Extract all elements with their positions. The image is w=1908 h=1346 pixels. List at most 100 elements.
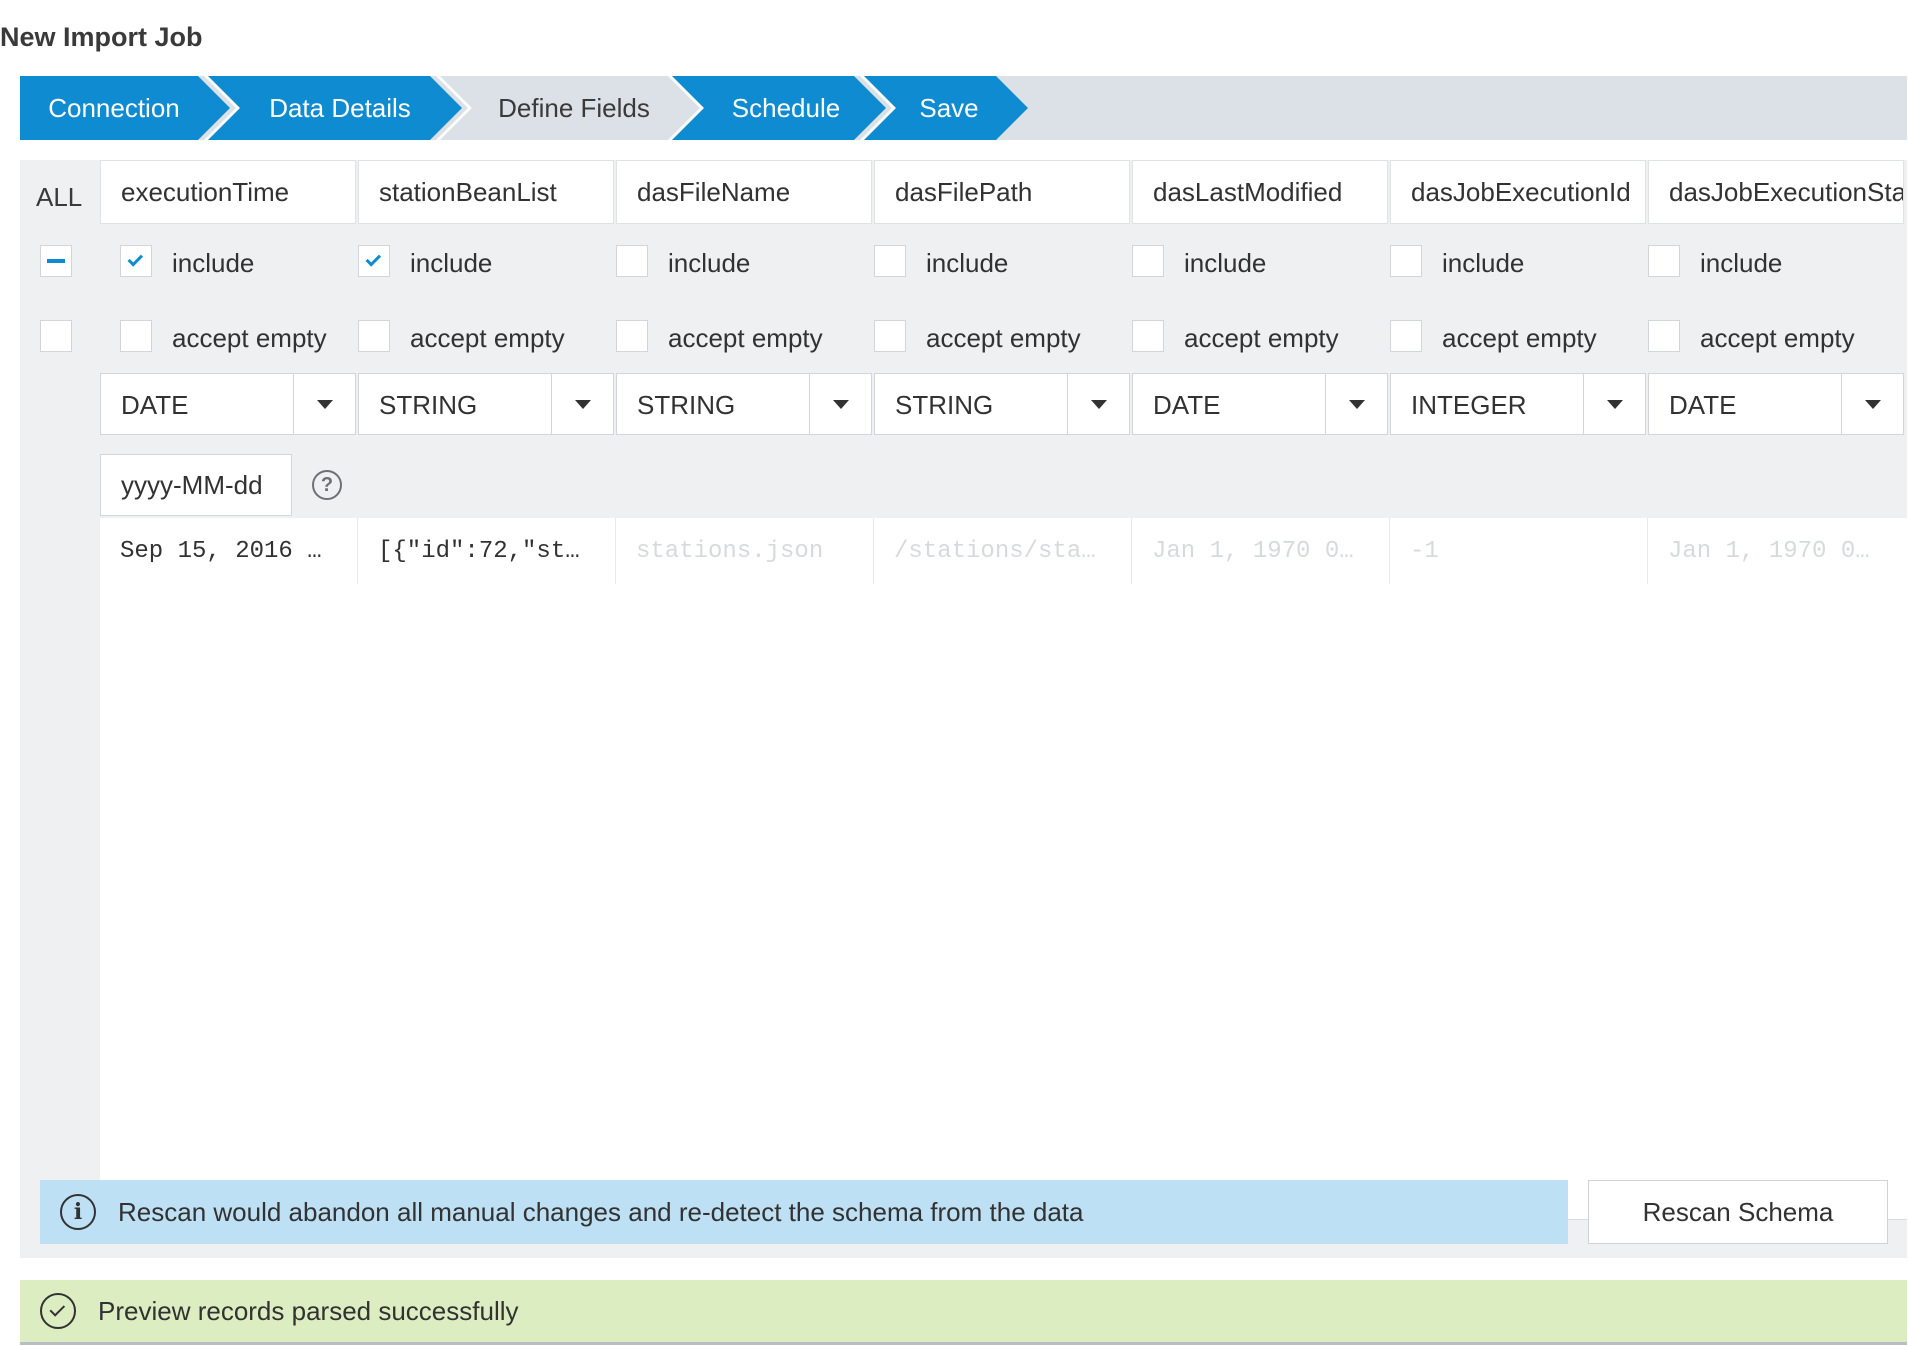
- type-select[interactable]: STRING: [616, 373, 872, 435]
- accept-empty-checkbox[interactable]: [1648, 320, 1680, 352]
- accept-empty-label: accept empty: [926, 323, 1081, 353]
- caret-down-icon: [832, 399, 849, 409]
- dropdown-toggle[interactable]: [809, 374, 871, 434]
- step-save[interactable]: Save: [864, 76, 1028, 140]
- field-name-header: dasJobExecutionStart: [1648, 160, 1904, 224]
- dropdown-toggle[interactable]: [1067, 374, 1129, 434]
- preview-cell: Sep 15, 2016 …: [100, 518, 358, 584]
- step-label: Connection: [48, 92, 180, 123]
- field-column: dasJobExecutionId include accept empty I…: [1390, 160, 1646, 580]
- dropdown-toggle[interactable]: [551, 374, 613, 434]
- preview-cell: -1: [1390, 518, 1648, 584]
- include-checkbox[interactable]: [1390, 245, 1422, 277]
- include-checkbox[interactable]: [120, 245, 152, 277]
- accept-empty-label: accept empty: [1184, 323, 1339, 353]
- all-accept-empty-checkbox[interactable]: [40, 320, 72, 352]
- dropdown-toggle[interactable]: [1325, 374, 1387, 434]
- preview-cell: Jan 1, 1970 0…: [1132, 518, 1390, 584]
- info-icon: i: [60, 1194, 96, 1230]
- include-label: include: [172, 248, 255, 278]
- rescan-schema-button[interactable]: Rescan Schema: [1588, 1180, 1888, 1244]
- step-label: Schedule: [731, 92, 841, 123]
- include-label: include: [1184, 248, 1267, 278]
- step-data-details[interactable]: Data Details: [208, 76, 462, 140]
- type-select-value: DATE: [121, 390, 189, 420]
- dropdown-toggle[interactable]: [1841, 374, 1903, 434]
- preview-cell: Jan 1, 1970 0…: [1648, 518, 1907, 584]
- include-checkbox[interactable]: [616, 245, 648, 277]
- accept-empty-label: accept empty: [668, 323, 823, 353]
- field-column: executionTime include accept empty DATE: [100, 160, 356, 580]
- field-name-header: dasFilePath: [874, 160, 1130, 224]
- include-label: include: [1700, 248, 1783, 278]
- field-column: dasLastModified include accept empty DAT…: [1132, 160, 1388, 580]
- step-label: Save: [919, 92, 979, 123]
- step-label: Define Fields: [498, 92, 650, 123]
- accept-empty-checkbox[interactable]: [1132, 320, 1164, 352]
- date-format-input[interactable]: [100, 454, 292, 516]
- type-select-value: DATE: [1153, 390, 1221, 420]
- step-connection[interactable]: Connection: [20, 76, 230, 140]
- info-message: Rescan would abandon all manual changes …: [118, 1196, 1084, 1227]
- accept-empty-label: accept empty: [172, 323, 327, 353]
- accept-empty-label: accept empty: [410, 323, 565, 353]
- accept-empty-checkbox[interactable]: [1390, 320, 1422, 352]
- all-include-checkbox[interactable]: [40, 245, 72, 277]
- field-column: dasFilePath include accept empty STRING: [874, 160, 1130, 580]
- type-select[interactable]: INTEGER: [1390, 373, 1646, 435]
- include-label: include: [926, 248, 1009, 278]
- type-select-value: STRING: [379, 390, 478, 420]
- type-select-value: STRING: [637, 390, 736, 420]
- step-schedule[interactable]: Schedule: [672, 76, 886, 140]
- type-select[interactable]: DATE: [1648, 373, 1904, 435]
- accept-empty-checkbox[interactable]: [358, 320, 390, 352]
- help-icon[interactable]: ?: [312, 470, 342, 500]
- type-select[interactable]: DATE: [1132, 373, 1388, 435]
- success-status-bar: Preview records parsed successfully: [20, 1280, 1907, 1342]
- rescan-info-banner: i Rescan would abandon all manual change…: [40, 1180, 1568, 1244]
- caret-down-icon: [316, 399, 333, 409]
- bottom-divider: [20, 1342, 1907, 1345]
- field-column: dasJobExecutionStart include accept empt…: [1648, 160, 1904, 580]
- field-column: dasFileName include accept empty STRING: [616, 160, 872, 580]
- include-label: include: [668, 248, 751, 278]
- all-label: ALL: [36, 182, 83, 212]
- preview-grid: Sep 15, 2016 … [{"id":72,"st… stations.j…: [100, 518, 1907, 1220]
- dropdown-toggle[interactable]: [293, 374, 355, 434]
- success-message: Preview records parsed successfully: [98, 1295, 519, 1326]
- field-name-header: executionTime: [100, 160, 356, 224]
- include-checkbox[interactable]: [358, 245, 390, 277]
- include-checkbox[interactable]: [1648, 245, 1680, 277]
- preview-cell: [{"id":72,"st…: [358, 518, 616, 584]
- caret-down-icon: [1090, 399, 1107, 409]
- type-select[interactable]: STRING: [358, 373, 614, 435]
- type-select-value: DATE: [1669, 390, 1737, 420]
- type-select[interactable]: STRING: [874, 373, 1130, 435]
- include-label: include: [1442, 248, 1525, 278]
- include-checkbox[interactable]: [1132, 245, 1164, 277]
- caret-down-icon: [1606, 399, 1623, 409]
- accept-empty-checkbox[interactable]: [874, 320, 906, 352]
- accept-empty-checkbox[interactable]: [616, 320, 648, 352]
- type-select-value: STRING: [895, 390, 994, 420]
- caret-down-icon: [1348, 399, 1365, 409]
- accept-empty-label: accept empty: [1700, 323, 1855, 353]
- accept-empty-checkbox[interactable]: [120, 320, 152, 352]
- wizard-steps: Connection Data Details Define Fields Sc…: [20, 76, 1907, 140]
- dropdown-toggle[interactable]: [1583, 374, 1645, 434]
- preview-cell: /stations/sta…: [874, 518, 1132, 584]
- include-label: include: [410, 248, 493, 278]
- field-name-header: dasJobExecutionId: [1390, 160, 1646, 224]
- define-fields-panel: ALL executionTime include accept empty D…: [20, 160, 1907, 1258]
- accept-empty-label: accept empty: [1442, 323, 1597, 353]
- table-row: Sep 15, 2016 … [{"id":72,"st… stations.j…: [100, 518, 1907, 584]
- step-define-fields[interactable]: Define Fields: [440, 76, 694, 140]
- type-select[interactable]: DATE: [100, 373, 356, 435]
- field-name-header: dasFileName: [616, 160, 872, 224]
- caret-down-icon: [574, 399, 591, 409]
- include-checkbox[interactable]: [874, 245, 906, 277]
- caret-down-icon: [1864, 399, 1881, 409]
- field-name-header: dasLastModified: [1132, 160, 1388, 224]
- page-title: New Import Job: [0, 22, 203, 52]
- field-column: stationBeanList include accept empty STR…: [358, 160, 614, 580]
